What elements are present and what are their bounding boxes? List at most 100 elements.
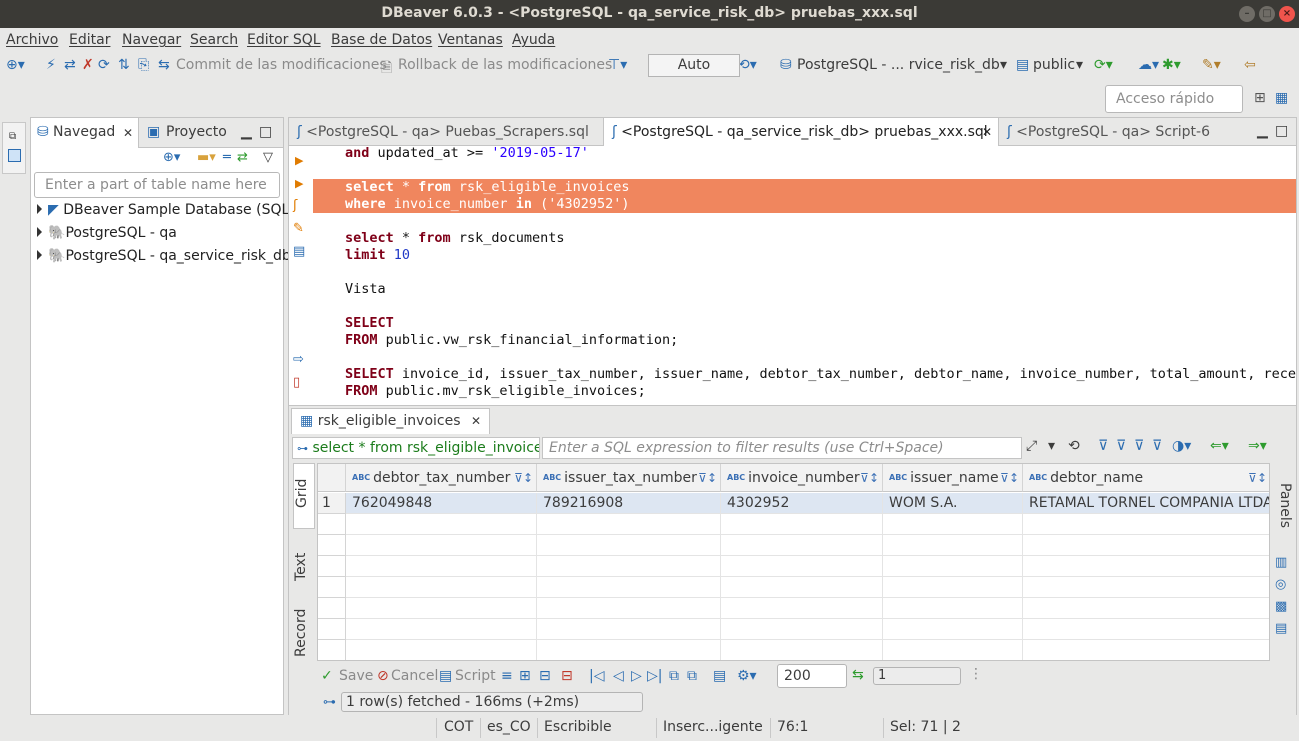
- tab-grid[interactable]: Grid: [293, 463, 315, 529]
- more-options-icon[interactable]: ⋮: [969, 666, 983, 682]
- close-navigator-icon[interactable]: ✕: [123, 126, 133, 140]
- query-preview[interactable]: ⊶ select * from rsk_eligible_invoices: [292, 437, 540, 459]
- filter-sort-icon[interactable]: ⊽↕: [514, 464, 533, 491]
- fetch-all-icon[interactable]: ⧉: [687, 668, 697, 684]
- metadata-icon[interactable]: ◎: [1275, 577, 1286, 592]
- menu-editar[interactable]: Editar: [69, 32, 110, 48]
- new-connection-icon[interactable]: ⊕▾: [6, 57, 25, 73]
- table-cell[interactable]: RETAMAL TORNEL COMPANIA LTDA: [1023, 493, 1269, 514]
- close-button[interactable]: ×: [1279, 6, 1295, 22]
- tab-pruebas-xxx[interactable]: ʃ <PostgreSQL - qa_service_risk_db> prue…: [603, 118, 999, 146]
- panels-toggle[interactable]: Panels: [1271, 483, 1293, 528]
- tab-puebas-scrapers[interactable]: ʃ <PostgreSQL - qa> Puebas_Scrapers.sql: [289, 118, 603, 146]
- transaction-icon[interactable]: ⇆: [158, 57, 170, 73]
- delete-row-icon[interactable]: ⊟: [561, 668, 573, 684]
- table-cell[interactable]: 4302952: [721, 493, 883, 514]
- add-row-icon[interactable]: ⊞: [519, 668, 531, 684]
- refresh-icon[interactable]: ⟳▾: [1094, 57, 1113, 73]
- expand-icon[interactable]: [37, 204, 42, 214]
- rollback-icon[interactable]: 🗎: [381, 57, 392, 81]
- save-button[interactable]: Save: [339, 668, 373, 684]
- tab-results-rsk-eligible-invoices[interactable]: ▦ rsk_eligible_invoices ✕: [291, 408, 491, 434]
- column-header-issuer-tax-number[interactable]: ABC issuer_tax_number ⊽↕: [537, 464, 721, 492]
- folder-icon[interactable]: ▬▾: [197, 150, 216, 165]
- transaction-mode-icon[interactable]: ⊤▾: [608, 57, 627, 73]
- database-icon[interactable]: ⛁: [780, 57, 792, 73]
- cloud-icon[interactable]: ☁▾: [1138, 57, 1159, 73]
- filter-sort-icon[interactable]: ⊽↕: [860, 464, 879, 491]
- maximize-button[interactable]: □: [1259, 6, 1275, 22]
- expand-icon[interactable]: [37, 227, 42, 237]
- debug-icon[interactable]: ✱▾: [1162, 57, 1181, 73]
- expand-icon[interactable]: [37, 250, 42, 260]
- schema-dropdown-icon[interactable]: ▾: [1076, 57, 1083, 73]
- invalidate-icon[interactable]: ⇄: [64, 57, 76, 73]
- filter-clear-icon[interactable]: ⊽: [1116, 438, 1126, 454]
- column-header-debtor-name[interactable]: ABC debtor_name ⊽↕: [1023, 464, 1269, 492]
- menu-search[interactable]: Search: [190, 32, 238, 48]
- refresh-count-icon[interactable]: ⇆: [852, 667, 864, 683]
- column-header-debtor-tax-number[interactable]: ABC debtor_tax_number ⊽↕: [346, 464, 537, 492]
- reconnect-icon[interactable]: ⟳: [98, 57, 110, 73]
- sql-code-area[interactable]: ▶ ▶ ʃ ✎ ▤ ⇨ ▯ and updated_at >= '2019-05…: [289, 146, 1296, 404]
- db-perspective-icon[interactable]: ▦: [1275, 90, 1288, 106]
- format-icon[interactable]: ▤: [293, 244, 305, 259]
- filter-sort-icon[interactable]: ⊽↕: [1248, 464, 1267, 491]
- aggregate-icon[interactable]: ▤: [1275, 621, 1287, 636]
- table-filter-input[interactable]: Enter a part of table name here: [34, 172, 280, 198]
- minimize-button[interactable]: –: [1239, 6, 1255, 22]
- tab-script-6[interactable]: ʃ <PostgreSQL - qa> Script-6: [999, 118, 1239, 146]
- maximize-editor-icon[interactable]: □: [1275, 123, 1288, 139]
- results-grid[interactable]: ABC debtor_tax_number ⊽↕ ABC issuer_tax_nu…: [317, 463, 1270, 661]
- grouping-icon[interactable]: ▩: [1275, 599, 1287, 614]
- close-results-icon[interactable]: ✕: [471, 414, 481, 428]
- navigate-back-icon[interactable]: ⇐▾: [1210, 438, 1229, 454]
- tree-item-postgresql-risk-db[interactable]: 🐘PostgreSQL - qa_service_risk_db: [37, 248, 291, 264]
- active-schema-select[interactable]: public: [1033, 57, 1075, 73]
- sync-icon[interactable]: ⇅: [118, 57, 130, 73]
- filter-history-icon[interactable]: ▾: [1048, 438, 1055, 454]
- fetch-next-icon[interactable]: ⧉: [669, 668, 679, 684]
- load-plan-icon[interactable]: ✎: [293, 221, 304, 236]
- menu-ventanas[interactable]: Ventanas: [438, 32, 503, 48]
- disconnect-icon[interactable]: ✗: [82, 57, 94, 73]
- table-cell[interactable]: 762049848: [346, 493, 537, 514]
- export-icon[interactable]: ⇨: [293, 352, 304, 367]
- settings-gear-icon[interactable]: ⚙▾: [737, 668, 757, 684]
- menu-archivo[interactable]: Archivo: [6, 32, 58, 48]
- menu-base-de-datos[interactable]: Base de Datos: [331, 32, 432, 48]
- column-header-invoice-number[interactable]: ABC invoice_number ⊽↕: [721, 464, 883, 492]
- fetch-size-input[interactable]: 200: [777, 664, 847, 688]
- first-page-icon[interactable]: |◁: [589, 668, 604, 684]
- filter-save-icon[interactable]: ⊽: [1152, 438, 1162, 454]
- menu-navegar[interactable]: Navegar: [122, 32, 181, 48]
- minimize-editor-icon[interactable]: ▁: [1257, 123, 1268, 139]
- execute-statement-icon[interactable]: ▶: [295, 154, 303, 167]
- filter-icon[interactable]: ⊽: [1098, 438, 1108, 454]
- link-editor-icon[interactable]: ⇄: [237, 150, 248, 165]
- edit-row-icon[interactable]: ≡: [501, 668, 513, 684]
- transaction-mode-select[interactable]: Auto: [648, 54, 740, 77]
- connect-icon[interactable]: ⚡: [46, 57, 56, 73]
- script-button[interactable]: Script: [455, 668, 496, 684]
- table-cell[interactable]: WOM S.A.: [883, 493, 1023, 514]
- column-header-issuer-name[interactable]: ABC issuer_name ⊽↕: [883, 464, 1023, 492]
- previous-page-icon[interactable]: ◁: [613, 668, 624, 684]
- active-connection-select[interactable]: PostgreSQL - ... rvice_risk_db: [797, 57, 1000, 73]
- page-input[interactable]: 1: [873, 667, 961, 685]
- last-page-icon[interactable]: ▷|: [647, 668, 662, 684]
- filter-settings-icon[interactable]: ⊽: [1134, 438, 1144, 454]
- next-page-icon[interactable]: ▷: [631, 668, 642, 684]
- tools-icon[interactable]: ✎▾: [1202, 57, 1221, 73]
- commit-button[interactable]: Commit de las modificaciones: [176, 57, 387, 73]
- panels-toggle-icon[interactable]: ◑▾: [1172, 438, 1191, 454]
- layout-icon[interactable]: ▤: [713, 668, 726, 684]
- tree-item-sample-db[interactable]: ◤ DBeaver Sample Database (SQLi: [37, 202, 293, 218]
- execute-plan-icon[interactable]: ʃ: [293, 198, 297, 213]
- copy-row-icon[interactable]: ⊟: [539, 668, 551, 684]
- filter-sort-icon[interactable]: ⊽↕: [1000, 464, 1019, 491]
- schema-icon[interactable]: ▤: [1016, 57, 1029, 73]
- rollback-button[interactable]: Rollback de las modificaciones: [398, 57, 612, 73]
- view-icon[interactable]: [8, 149, 21, 162]
- filter-sort-icon[interactable]: ⊽↕: [698, 464, 717, 491]
